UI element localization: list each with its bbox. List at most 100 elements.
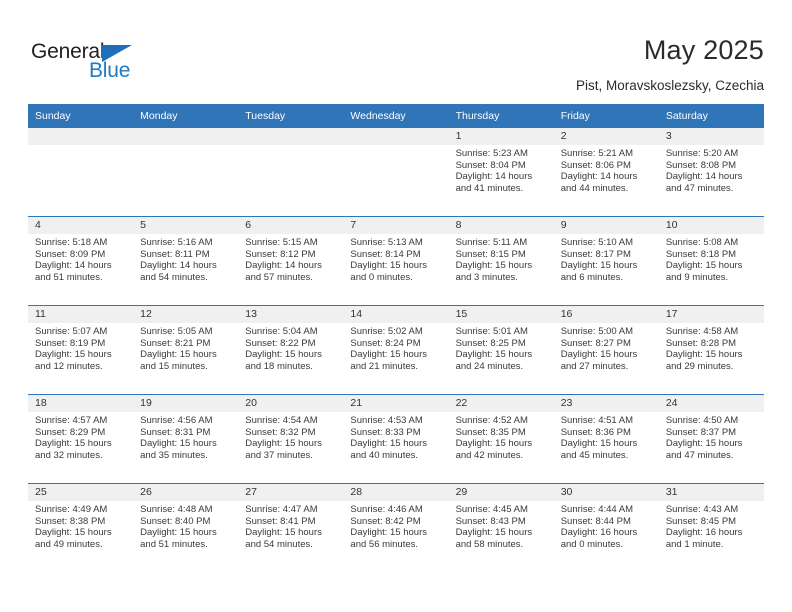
- day-number: 11: [28, 306, 134, 323]
- daylight-duration-line1: Daylight: 14 hours: [245, 260, 322, 272]
- day-cell-inner: 4 Sunrise: 5:18 AM Sunset: 8:09 PM Daylight…: [28, 217, 134, 305]
- sunset-time: Sunset: 8:37 PM: [665, 426, 737, 438]
- weekday-header-thursday: Thursday: [448, 104, 554, 128]
- calendar-day-cell[interactable]: [238, 127, 344, 217]
- sunset-time: Sunset: 8:28 PM: [665, 337, 737, 349]
- daylight-duration-line2: and 1 minute.: [665, 538, 724, 550]
- calendar-day-cell[interactable]: 9 Sunrise: 5:10 AM Sunset: 8:17 PM Daylight…: [553, 216, 659, 306]
- sunset-time: Sunset: 8:18 PM: [665, 248, 737, 260]
- day-sun-info: Sunrise: 5:07 AM Sunset: 8:19 PM Daylight:…: [28, 323, 133, 372]
- calendar-day-cell[interactable]: 12 Sunrise: 5:05 AM Sunset: 8:21 PM Dayligh…: [133, 305, 239, 395]
- calendar-day-cell[interactable]: 20 Sunrise: 4:54 AM Sunset: 8:32 PM Dayligh…: [238, 394, 344, 484]
- day-sun-info: Sunrise: 4:51 AM Sunset: 8:36 PM Daylight:…: [554, 412, 659, 461]
- day-sun-info: Sunrise: 4:52 AM Sunset: 8:35 PM Daylight:…: [449, 412, 554, 461]
- daylight-duration-line2: and 35 minutes.: [140, 449, 208, 461]
- calendar-day-cell[interactable]: 14 Sunrise: 5:02 AM Sunset: 8:24 PM Dayligh…: [343, 305, 449, 395]
- day-cell-inner: 5 Sunrise: 5:16 AM Sunset: 8:11 PM Daylight…: [133, 217, 239, 305]
- calendar-day-cell[interactable]: 29 Sunrise: 4:45 AM Sunset: 8:43 PM Dayligh…: [448, 483, 554, 572]
- day-sun-info: Sunrise: 4:50 AM Sunset: 8:37 PM Daylight:…: [659, 412, 764, 461]
- daylight-duration-line1: Daylight: 14 hours: [35, 260, 112, 272]
- sunrise-time: Sunrise: 5:08 AM: [665, 237, 739, 248]
- calendar-day-cell[interactable]: 10 Sunrise: 5:08 AM Sunset: 8:18 PM Dayligh…: [658, 216, 764, 306]
- calendar-day-cell[interactable]: [28, 127, 134, 217]
- calendar-day-cell[interactable]: 31 Sunrise: 4:43 AM Sunset: 8:45 PM Dayligh…: [658, 483, 764, 572]
- weekday-header-saturday: Saturday: [658, 104, 764, 128]
- day-number: 28: [343, 484, 449, 501]
- calendar-day-cell[interactable]: 21 Sunrise: 4:53 AM Sunset: 8:33 PM Dayligh…: [343, 394, 449, 484]
- day-sun-info: Sunrise: 4:43 AM Sunset: 8:45 PM Daylight:…: [659, 501, 764, 550]
- calendar-day-cell[interactable]: 6 Sunrise: 5:15 AM Sunset: 8:12 PM Daylight…: [238, 216, 344, 306]
- daylight-duration-line2: and 54 minutes.: [245, 538, 313, 550]
- day-cell-inner: [238, 128, 344, 216]
- sunrise-time: Sunrise: 4:51 AM: [560, 415, 634, 426]
- sunset-time: Sunset: 8:32 PM: [245, 426, 316, 438]
- calendar-day-cell[interactable]: 17 Sunrise: 4:58 AM Sunset: 8:28 PM Dayligh…: [658, 305, 764, 395]
- calendar-day-cell[interactable]: 23 Sunrise: 4:51 AM Sunset: 8:36 PM Dayligh…: [553, 394, 659, 484]
- calendar-day-cell[interactable]: 2 Sunrise: 5:21 AM Sunset: 8:06 PM Daylight…: [553, 127, 659, 217]
- calendar-day-cell[interactable]: 8 Sunrise: 5:11 AM Sunset: 8:15 PM Daylight…: [448, 216, 554, 306]
- daylight-duration-line1: Daylight: 15 hours: [665, 260, 743, 272]
- daylight-duration-line1: Daylight: 16 hours: [665, 527, 743, 539]
- daylight-duration-line1: Daylight: 15 hours: [245, 527, 322, 539]
- calendar-day-cell[interactable]: 7 Sunrise: 5:13 AM Sunset: 8:14 PM Daylight…: [343, 216, 449, 306]
- daylight-duration-line2: and 29 minutes.: [665, 360, 734, 372]
- sunrise-time: Sunrise: 5:13 AM: [350, 237, 423, 248]
- calendar-header-row: Sunday Monday Tuesday Wednesday Thursday…: [28, 104, 764, 128]
- sunrise-time: Sunrise: 4:54 AM: [245, 415, 318, 426]
- daylight-duration-line2: and 0 minutes.: [560, 538, 624, 550]
- daylight-duration-line1: Daylight: 15 hours: [35, 438, 112, 450]
- calendar-grid: Sunday Monday Tuesday Wednesday Thursday…: [28, 104, 764, 572]
- weekday-header-wednesday: Wednesday: [343, 104, 449, 128]
- calendar-day-cell[interactable]: [133, 127, 239, 217]
- day-cell-inner: 2 Sunrise: 5:21 AM Sunset: 8:06 PM Daylight…: [553, 128, 659, 216]
- daylight-duration-line1: Daylight: 15 hours: [140, 438, 217, 450]
- calendar-day-cell[interactable]: 25 Sunrise: 4:49 AM Sunset: 8:38 PM Dayligh…: [28, 483, 134, 572]
- calendar-day-cell[interactable]: 1 Sunrise: 5:23 AM Sunset: 8:04 PM Daylight…: [448, 127, 554, 217]
- sunset-time: Sunset: 8:40 PM: [140, 515, 211, 527]
- daylight-duration-line2: and 9 minutes.: [665, 271, 729, 283]
- daylight-duration-line2: and 40 minutes.: [350, 449, 419, 461]
- day-number: 23: [553, 395, 659, 412]
- calendar-day-cell[interactable]: 16 Sunrise: 5:00 AM Sunset: 8:27 PM Dayligh…: [553, 305, 659, 395]
- day-sun-info: Sunrise: 4:49 AM Sunset: 8:38 PM Daylight:…: [28, 501, 133, 550]
- day-sun-info: Sunrise: 5:16 AM Sunset: 8:11 PM Daylight:…: [133, 234, 238, 283]
- day-sun-info: Sunrise: 4:48 AM Sunset: 8:40 PM Daylight:…: [133, 501, 238, 550]
- day-cell-inner: 16 Sunrise: 5:00 AM Sunset: 8:27 PM Dayligh…: [553, 306, 659, 394]
- day-sun-info: Sunrise: 5:11 AM Sunset: 8:15 PM Daylight:…: [449, 234, 554, 283]
- day-number: 29: [448, 484, 554, 501]
- day-cell-inner: [133, 128, 239, 216]
- calendar-day-cell[interactable]: 5 Sunrise: 5:16 AM Sunset: 8:11 PM Daylight…: [133, 216, 239, 306]
- calendar-day-cell[interactable]: 24 Sunrise: 4:50 AM Sunset: 8:37 PM Dayligh…: [658, 394, 764, 484]
- calendar-day-cell[interactable]: 11 Sunrise: 5:07 AM Sunset: 8:19 PM Dayligh…: [28, 305, 134, 395]
- sunrise-time: Sunrise: 5:04 AM: [245, 326, 318, 337]
- sunrise-time: Sunrise: 5:05 AM: [140, 326, 213, 337]
- daylight-duration-line1: Daylight: 15 hours: [560, 438, 638, 450]
- day-cell-inner: 11 Sunrise: 5:07 AM Sunset: 8:19 PM Dayligh…: [28, 306, 134, 394]
- sunset-time: Sunset: 8:12 PM: [245, 248, 316, 260]
- calendar-day-cell[interactable]: 27 Sunrise: 4:47 AM Sunset: 8:41 PM Dayligh…: [238, 483, 344, 572]
- calendar-day-cell[interactable]: 4 Sunrise: 5:18 AM Sunset: 8:09 PM Daylight…: [28, 216, 134, 306]
- sunrise-time: Sunrise: 4:43 AM: [665, 504, 739, 515]
- day-sun-info: Sunrise: 5:04 AM Sunset: 8:22 PM Daylight:…: [238, 323, 343, 372]
- calendar-day-cell[interactable]: 28 Sunrise: 4:46 AM Sunset: 8:42 PM Dayligh…: [343, 483, 449, 572]
- sunset-time: Sunset: 8:17 PM: [560, 248, 631, 260]
- daylight-duration-line2: and 21 minutes.: [350, 360, 419, 372]
- calendar-day-cell[interactable]: 22 Sunrise: 4:52 AM Sunset: 8:35 PM Dayligh…: [448, 394, 554, 484]
- calendar-day-cell[interactable]: 15 Sunrise: 5:01 AM Sunset: 8:25 PM Dayligh…: [448, 305, 554, 395]
- calendar-day-cell[interactable]: 13 Sunrise: 5:04 AM Sunset: 8:22 PM Dayligh…: [238, 305, 344, 395]
- calendar-day-cell[interactable]: 19 Sunrise: 4:56 AM Sunset: 8:31 PM Dayligh…: [133, 394, 239, 484]
- sunset-time: Sunset: 8:33 PM: [350, 426, 421, 438]
- weekday-header-friday: Friday: [553, 104, 659, 128]
- day-number: 1: [448, 128, 554, 145]
- day-cell-inner: 18 Sunrise: 4:57 AM Sunset: 8:29 PM Dayligh…: [28, 395, 134, 483]
- calendar-day-cell[interactable]: 18 Sunrise: 4:57 AM Sunset: 8:29 PM Dayligh…: [28, 394, 134, 484]
- day-sun-info: Sunrise: 4:54 AM Sunset: 8:32 PM Daylight:…: [238, 412, 343, 461]
- calendar-day-cell[interactable]: 26 Sunrise: 4:48 AM Sunset: 8:40 PM Dayligh…: [133, 483, 239, 572]
- daylight-duration-line2: and 0 minutes.: [350, 271, 413, 283]
- calendar-day-cell[interactable]: 3 Sunrise: 5:20 AM Sunset: 8:08 PM Daylight…: [658, 127, 764, 217]
- sunset-time: Sunset: 8:29 PM: [35, 426, 106, 438]
- calendar-day-cell[interactable]: 30 Sunrise: 4:44 AM Sunset: 8:44 PM Dayligh…: [553, 483, 659, 572]
- generalblue-logo[interactable]: General Blue: [31, 40, 211, 84]
- sunrise-time: Sunrise: 4:45 AM: [455, 504, 528, 515]
- calendar-day-cell[interactable]: [343, 127, 449, 217]
